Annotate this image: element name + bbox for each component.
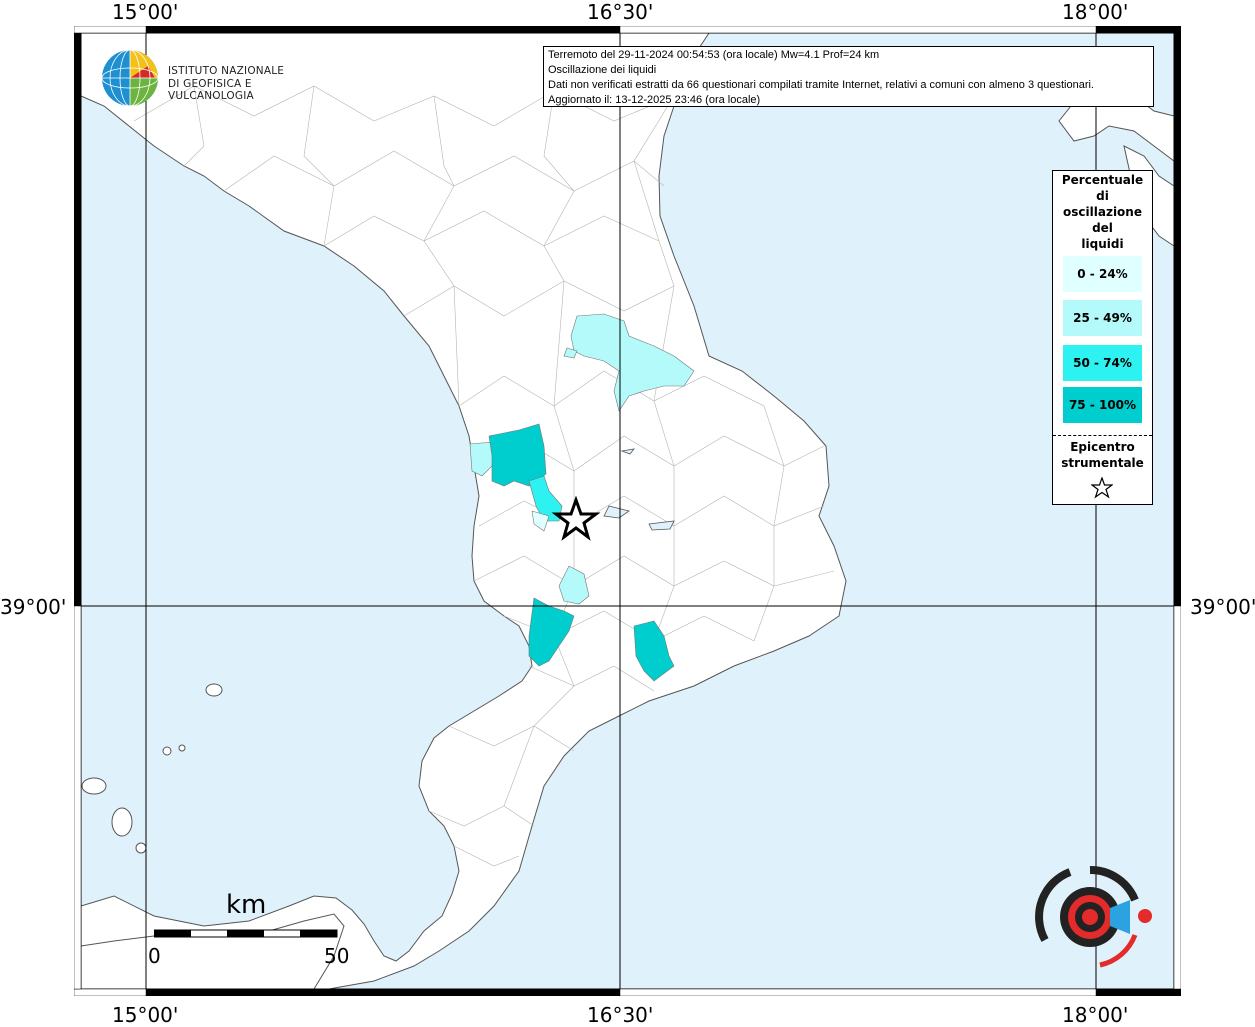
legend-item-25-49: 25 - 49% bbox=[1063, 300, 1142, 336]
ingv-logo: ISTITUTO NAZIONALE DI GEOFISICA E VULCAN… bbox=[100, 48, 310, 108]
scale-max: 50 bbox=[324, 944, 350, 968]
scale-bar-graphic bbox=[154, 929, 338, 938]
info-line3: Dati non verificati estratti da 66 quest… bbox=[548, 79, 1094, 91]
legend-title-line: liquidi bbox=[1081, 237, 1124, 251]
scale-unit: km bbox=[226, 890, 267, 920]
left-label-3900: 39°00' bbox=[0, 595, 67, 619]
hsit-logo-graphic bbox=[1035, 865, 1152, 968]
legend-title: Percentuale di oscillazione del liquidi bbox=[1053, 172, 1152, 252]
logo-line1: ISTITUTO NAZIONALE bbox=[168, 65, 285, 77]
legend-item-0-24: 0 - 24% bbox=[1063, 256, 1142, 292]
legend-title-line: Percentuale bbox=[1061, 173, 1144, 187]
legend-separator bbox=[1053, 435, 1152, 436]
legend-epicenter-line: Epicentro bbox=[1070, 440, 1135, 454]
legend-epicenter-line: strumentale bbox=[1061, 456, 1144, 470]
info-line4: Aggiornato il: 13-12-2025 23:46 (ora loc… bbox=[548, 94, 761, 106]
legend-title-line: del bbox=[1092, 221, 1113, 235]
bottom-label-1500: 15°00' bbox=[112, 1003, 179, 1027]
top-label-1500: 15°00' bbox=[112, 0, 179, 24]
bottom-label-1800: 18°00' bbox=[1062, 1003, 1129, 1027]
map-frame bbox=[73, 25, 1182, 997]
top-label-1630: 16°30' bbox=[587, 0, 654, 24]
top-label-1800: 18°00' bbox=[1062, 0, 1129, 24]
globe-icon bbox=[101, 49, 159, 107]
legend-title-line: di bbox=[1096, 189, 1109, 203]
bottom-label-1630: 16°30' bbox=[587, 1003, 654, 1027]
logo-line2: DI GEOFISICA E VULCANOLOGIA bbox=[168, 78, 254, 102]
info-box: Terremoto del 29-11-2024 00:54:53 (ora l… bbox=[543, 46, 1154, 107]
legend-item-50-74: 50 - 74% bbox=[1063, 345, 1142, 381]
info-line1: Terremoto del 29-11-2024 00:54:53 (ora l… bbox=[548, 49, 880, 61]
hsit-logo bbox=[1030, 860, 1160, 980]
legend-epicenter-title: Epicentro strumentale bbox=[1053, 439, 1152, 471]
legend: Percentuale di oscillazione del liquidi … bbox=[1052, 170, 1153, 505]
scale-bar: km 0 50 bbox=[146, 890, 366, 970]
star-icon bbox=[1091, 477, 1113, 499]
legend-item-75-100: 75 - 100% bbox=[1063, 387, 1142, 423]
scale-min: 0 bbox=[148, 944, 161, 968]
right-label-3900: 39°00' bbox=[1190, 595, 1255, 619]
legend-title-line: oscillazione bbox=[1063, 205, 1142, 219]
info-line2: Oscillazione dei liquidi bbox=[548, 64, 657, 76]
